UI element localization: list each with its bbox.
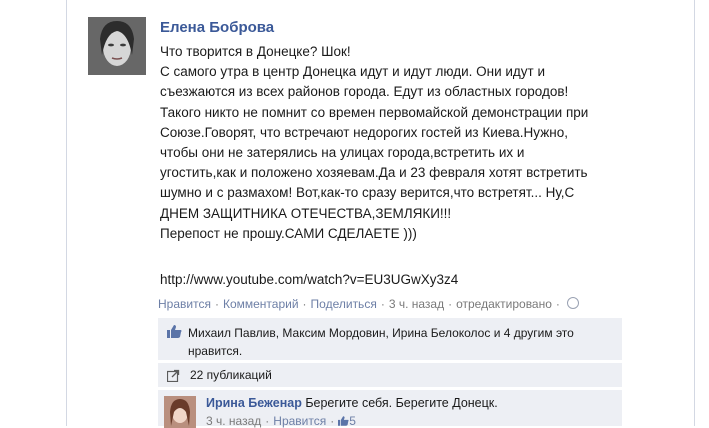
shares-summary: 22 публикаций [158,363,622,387]
shares-count[interactable]: 22 публикаций [190,368,272,382]
post-line: съезжаются из всех районов города. Едут … [160,84,569,100]
post-line: С самого утра в центр Донецка идут и иду… [160,64,546,80]
feed-right-border [694,0,695,426]
comment-item: Ирина Беженар Берегите себя. Берегите До… [158,390,622,428]
author-avatar[interactable] [88,17,146,75]
post-link[interactable]: http://www.youtube.com/watch?v=EU3UGwXy3… [160,272,458,287]
post-line: Перепост не прошу.САМИ СДЕЛАЕТЕ ))) [160,225,417,241]
thumbs-up-icon [338,416,349,426]
commenter-avatar[interactable] [164,396,196,428]
post-line: ДНЕМ ЗАЩИТНИКА ОТЕЧЕСТВА,ЗЕМЛЯКИ!!! [160,205,452,221]
post-actions-bar: Нравится · Комментарий · Поделиться · 3 ч. наз… [158,297,579,311]
like-link[interactable]: Нравится [158,297,211,311]
comment-text: Берегите себя. Берегите Донецк. [305,396,498,410]
post-line: чтобы они не затерялись на улицах города… [160,145,525,161]
post-text: Что творится в Донецке? Шок! С самого ут… [160,42,660,244]
likes-summary: Михаил Павлив, Максим Мордовин, Ирина Бе… [158,318,622,360]
post-timestamp[interactable]: 3 ч. назад [389,297,444,311]
thumbs-up-icon [167,325,182,338]
commenter-name-link[interactable]: Ирина Беженар [206,396,302,410]
share-icon [167,369,180,382]
comment-link[interactable]: Комментарий [223,297,299,311]
feed-left-border [66,0,67,426]
post-line: шумно и с размахом! Вот,как-то сразу вер… [160,185,575,201]
globe-icon[interactable] [566,297,579,309]
post-line: Союзе.Говорят, что встречают недорогих г… [160,124,568,140]
post-line: Такого никто не помнит со времен первома… [160,104,589,120]
post-line: угостить,как и положено хозяевам.Да и 23… [160,165,588,181]
edited-label[interactable]: отредактировано [456,297,552,311]
share-link[interactable]: Поделиться [311,297,377,311]
likes-text[interactable]: Михаил Павлив, Максим Мордовин, Ирина Бе… [188,324,608,360]
commenter-name: Ирина Беженар Берегите себя. Берегите До… [206,396,498,410]
post-author-name[interactable]: Елена Боброва [160,19,274,36]
post-line: Что творится в Донецке? Шок! [160,44,351,59]
